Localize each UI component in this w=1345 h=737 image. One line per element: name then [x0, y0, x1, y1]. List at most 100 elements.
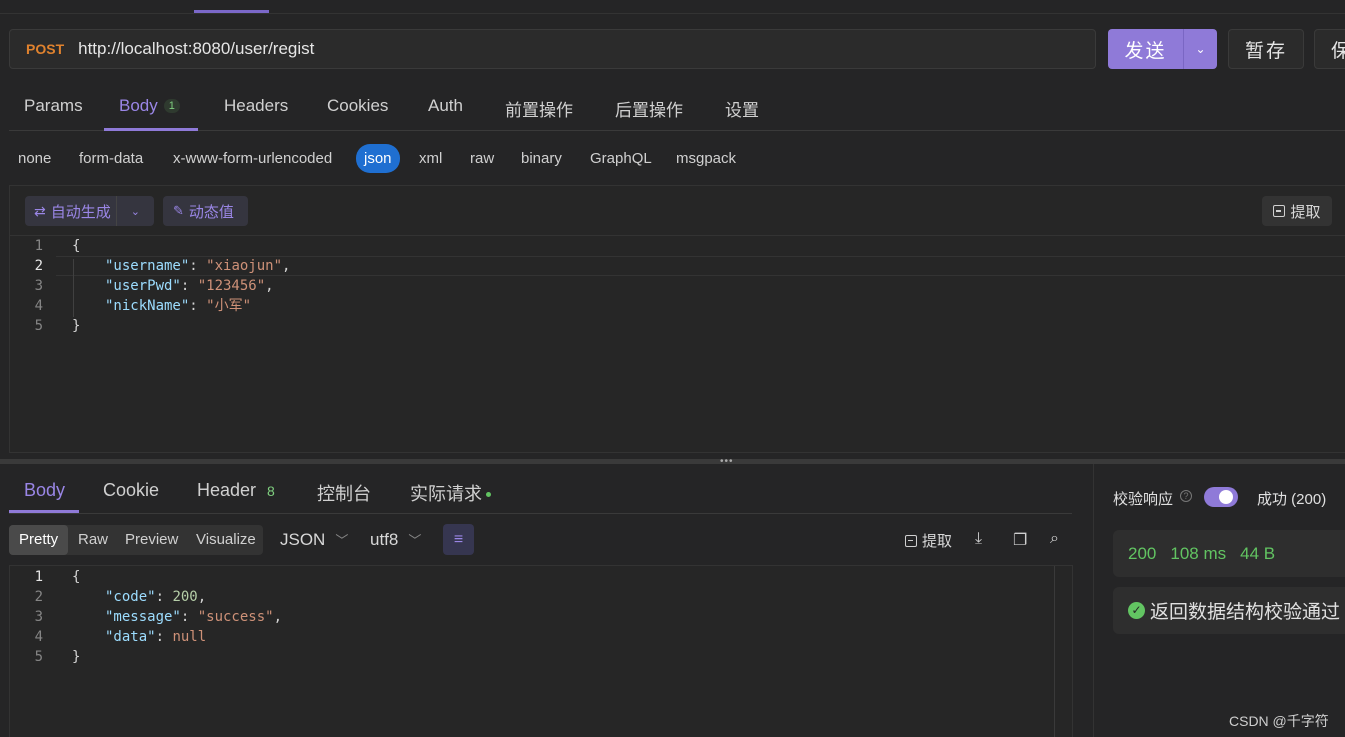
line-number: 5 — [34, 318, 43, 334]
chevron-down-icon[interactable]: ⌄ — [1184, 42, 1217, 56]
json-key: "userPwd" — [105, 278, 181, 294]
method-selector[interactable]: POST — [26, 41, 64, 57]
line-number: 3 — [34, 278, 43, 294]
url-bar: POST — [9, 29, 1096, 69]
response-tab-header-label: Header — [197, 480, 257, 500]
tab-pre-processors[interactable]: 前置操作 — [505, 96, 573, 121]
auto-generate-button[interactable]: ⇄ 自动生成 ⌄ — [25, 196, 154, 226]
response-extract-button[interactable]: 提取 — [905, 530, 952, 551]
url-input[interactable] — [78, 39, 979, 59]
tab-headers[interactable]: Headers — [224, 96, 288, 116]
response-tab-actual-request[interactable]: 实际请求 — [410, 480, 491, 506]
response-tab-console[interactable]: 控制台 — [317, 480, 371, 506]
body-type-form-data[interactable]: form-data — [79, 150, 143, 167]
json-value: 200 — [172, 589, 198, 605]
refresh-icon: ⇄ — [34, 202, 46, 219]
tab-cookies[interactable]: Cookies — [327, 96, 388, 116]
format-dropdown[interactable]: JSON ﹀ — [280, 530, 348, 550]
line-number: 1 — [34, 238, 43, 254]
code-line: "code": 200, — [105, 589, 207, 605]
body-type-raw[interactable]: raw — [470, 150, 494, 167]
json-value: "小军" — [206, 298, 252, 314]
help-icon[interactable]: ? — [1180, 490, 1192, 502]
view-mode-visualize[interactable]: Visualize — [186, 525, 266, 555]
code-line: "userPwd": "123456", — [105, 278, 274, 294]
json-brace: { — [72, 569, 81, 585]
encoding-value: utf8 — [370, 530, 399, 549]
view-mode-preview[interactable]: Preview — [115, 525, 188, 555]
json-value: "123456" — [197, 278, 266, 294]
body-type-graphql[interactable]: GraphQL — [590, 150, 652, 167]
chevron-down-icon[interactable]: ⌄ — [117, 205, 154, 218]
json-key: "message" — [105, 609, 181, 625]
json-key: "code" — [105, 589, 156, 605]
request-tabs: Params Body 1 Headers Cookies Auth 前置操作 后… — [9, 84, 1345, 131]
extract-label: 提取 — [1290, 203, 1321, 221]
code-line: "username": "xiaojun", — [105, 258, 291, 274]
save-button[interactable]: 保 — [1314, 29, 1345, 69]
json-key: "nickName" — [105, 298, 190, 314]
body-type-none[interactable]: none — [18, 150, 51, 167]
tab-post-processors[interactable]: 后置操作 — [615, 96, 683, 121]
response-time: 108 ms — [1170, 543, 1227, 563]
indent-guide — [73, 259, 74, 317]
response-tab-header-badge: 8 — [267, 483, 275, 499]
word-wrap-button[interactable]: ≡ — [443, 524, 474, 555]
response-extract-label: 提取 — [922, 533, 953, 550]
code-line: "message": "success", — [105, 609, 283, 625]
response-tab-header[interactable]: Header 8 — [197, 480, 280, 501]
response-tab-body[interactable]: Body — [24, 480, 65, 501]
editor-separator — [10, 235, 1345, 236]
tab-body-badge: 1 — [163, 99, 180, 113]
stash-button[interactable]: 暂存 — [1228, 29, 1304, 69]
response-tab-cookie[interactable]: Cookie — [103, 480, 159, 501]
encoding-dropdown[interactable]: utf8 ﹀ — [370, 530, 421, 550]
line-number: 4 — [34, 298, 43, 314]
copy-icon[interactable]: ❐ — [1013, 530, 1027, 550]
extract-button[interactable]: 提取 — [1262, 196, 1332, 226]
tab-body-label: Body — [119, 96, 158, 115]
send-label: 发送 — [1124, 40, 1167, 62]
status-select[interactable]: 成功 (200) — [1257, 488, 1326, 509]
line-number: 2 — [34, 258, 43, 274]
json-brace: } — [72, 649, 81, 665]
top-tab-indicator — [194, 10, 269, 13]
code-line: "nickName": "小军" — [105, 298, 252, 314]
drag-handle-icon[interactable]: ••• — [720, 456, 734, 467]
extract-icon — [905, 534, 917, 547]
json-comma: , — [265, 278, 274, 294]
body-type-json[interactable]: json — [356, 144, 400, 173]
view-mode-pretty[interactable]: Pretty — [9, 525, 69, 555]
download-icon[interactable]: ⤓ — [975, 530, 982, 548]
magic-wand-icon: ✎ — [173, 203, 184, 218]
search-icon[interactable]: ⌕ — [1050, 530, 1059, 548]
json-comma: , — [282, 258, 291, 274]
tab-settings[interactable]: 设置 — [725, 96, 759, 121]
dynamic-value-label: 动态值 — [188, 203, 234, 221]
body-type-xml[interactable]: xml — [419, 150, 442, 167]
code-line: } — [72, 647, 80, 667]
tab-params[interactable]: Params — [24, 96, 83, 116]
chevron-down-icon: ﹀ — [408, 533, 422, 548]
json-brace: { — [72, 238, 81, 254]
json-comma: , — [273, 609, 283, 625]
send-button[interactable]: 发送 ⌄ — [1108, 29, 1217, 69]
response-stats: 200 108 ms 44 B — [1113, 530, 1345, 577]
code-line: { — [72, 567, 80, 587]
body-type-binary[interactable]: binary — [521, 150, 562, 167]
json-value: "xiaojun" — [206, 258, 283, 274]
tab-body[interactable]: Body 1 — [119, 96, 180, 116]
code-line: { — [72, 236, 80, 256]
view-mode-raw[interactable]: Raw — [68, 525, 118, 555]
code-line: } — [72, 316, 80, 336]
scrollbar[interactable] — [1054, 566, 1072, 737]
body-type-urlencoded[interactable]: x-www-form-urlencoded — [173, 150, 332, 167]
body-type-msgpack[interactable]: msgpack — [676, 150, 736, 167]
tab-auth[interactable]: Auth — [428, 96, 463, 116]
toggle-knob — [1219, 490, 1233, 504]
json-key: "username" — [105, 258, 190, 274]
json-brace: } — [72, 318, 81, 334]
dynamic-value-button[interactable]: ✎ 动态值 — [163, 196, 248, 226]
format-value: JSON — [280, 530, 326, 549]
tabs-divider — [9, 513, 1072, 514]
